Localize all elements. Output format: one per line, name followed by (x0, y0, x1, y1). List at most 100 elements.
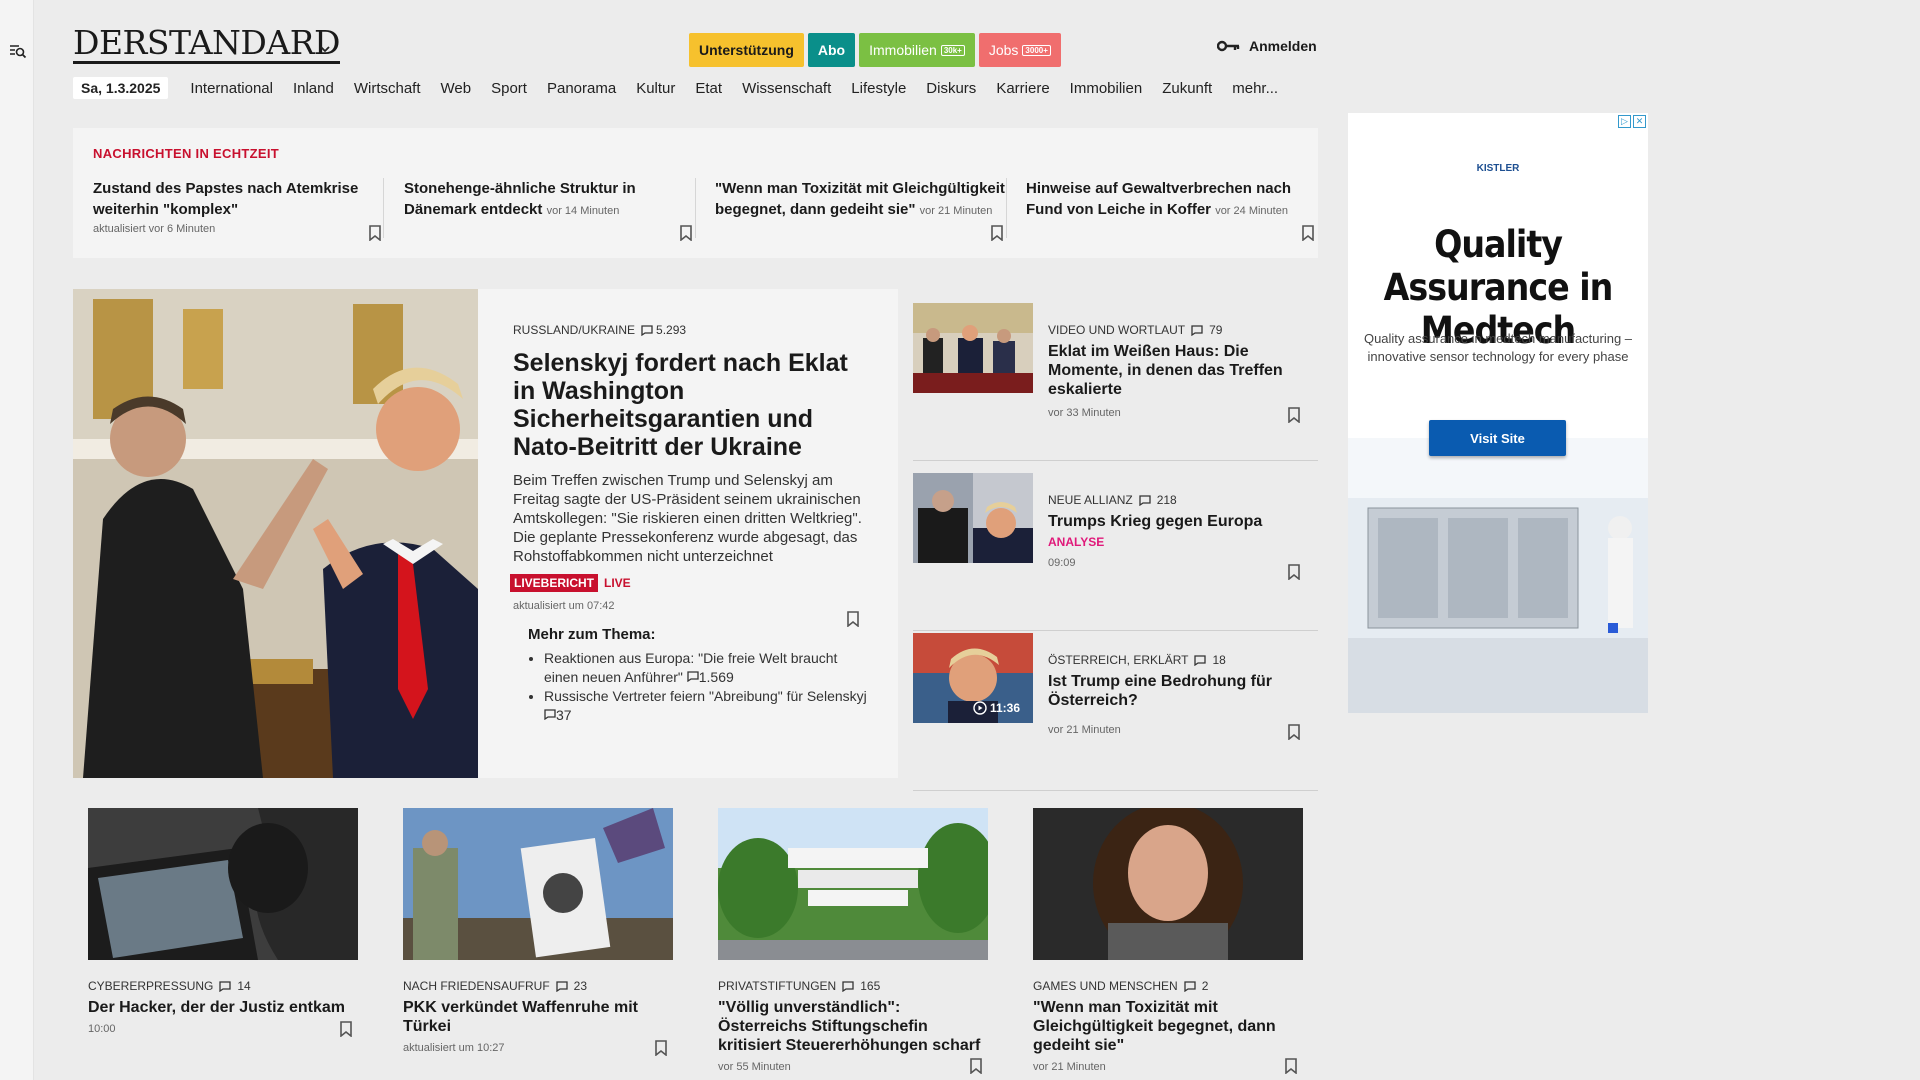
comment-icon (1184, 980, 1196, 992)
nav-item-wissenschaft[interactable]: Wissenschaft (742, 80, 831, 97)
side-story[interactable]: 11:36 ÖSTERREICH, ERKLÄRT 18 Ist Trump ei… (913, 633, 1318, 791)
comment-count[interactable]: 5.293 (641, 323, 686, 337)
video-duration[interactable]: 11:36 (973, 701, 1020, 715)
card-headline[interactable]: Der Hacker, der der Justiz entkam (88, 998, 358, 1017)
side-headline[interactable]: Eklat im Weißen Haus: Die Momente, in de… (1048, 342, 1308, 399)
nav-item-lifestyle[interactable]: Lifestyle (851, 80, 906, 97)
chevron-down-icon[interactable] (318, 42, 332, 56)
search-menu-icon[interactable] (9, 42, 27, 60)
related-articles: Mehr zum Thema: Reaktionen aus Europa: "… (528, 626, 873, 725)
comment-icon (556, 980, 568, 992)
lead-kicker-row: RUSSLAND/UKRAINE 5.293 (513, 323, 873, 337)
side-story-image[interactable] (913, 473, 1033, 563)
advertisement[interactable]: ▷ ✕ KISTLER Quality Assurance in Medtech… (1348, 113, 1648, 713)
ticker-item[interactable]: Zustand des Papstes nach Atemkrise weite… (93, 178, 391, 248)
related-item[interactable]: Reaktionen aus Europa: "Die freie Welt b… (544, 649, 873, 687)
comment-count-value[interactable]: 14 (237, 979, 250, 993)
lead-story-image[interactable] (73, 289, 478, 778)
visit-site-button[interactable]: Visit Site (1429, 420, 1566, 456)
ticker-item[interactable]: "Wenn man Toxizität mit Gleichgültigkeit… (715, 178, 1013, 248)
login-button[interactable]: Anmelden (1217, 38, 1317, 54)
adchoices-icon[interactable]: ▷ (1618, 115, 1631, 128)
nav-item-international[interactable]: International (190, 80, 273, 97)
nav-item-sport[interactable]: Sport (491, 80, 527, 97)
ticker-item[interactable]: Stonehenge-ähnliche Struktur in Dänemark… (404, 178, 702, 248)
bookmark-icon[interactable] (1288, 407, 1300, 423)
article-card[interactable]: PRIVATSTIFTUNGEN 165 "Völlig unverständli… (718, 808, 998, 1074)
nav-item-karriere[interactable]: Karriere (996, 80, 1049, 97)
comment-count-value[interactable]: 218 (1157, 493, 1177, 507)
side-story[interactable]: VIDEO UND WORTLAUT 79 Eklat im Weißen Hau… (913, 303, 1318, 461)
divider (695, 178, 696, 238)
close-icon[interactable]: ✕ (1633, 115, 1646, 128)
nav-item-panorama[interactable]: Panorama (547, 80, 616, 97)
side-kicker[interactable]: NEUE ALLIANZ (1048, 493, 1133, 507)
nav-item-diskurs[interactable]: Diskurs (926, 80, 976, 97)
jobs-button[interactable]: Jobs 3000+ (978, 33, 1061, 67)
bookmark-icon[interactable] (655, 1040, 667, 1056)
card-kicker[interactable]: NACH FRIEDENSAUFRUF (403, 979, 550, 993)
side-headline[interactable]: Ist Trump eine Bedrohung für Österreich? (1048, 672, 1308, 710)
ad-controls: ▷ ✕ (1618, 115, 1646, 128)
side-time: 09:09 (1048, 557, 1076, 569)
card-headline[interactable]: "Völlig unverständlich": Österreichs Sti… (718, 998, 988, 1055)
bookmark-icon[interactable] (340, 1021, 352, 1037)
divider (1006, 178, 1007, 238)
ticker-item[interactable]: Hinweise auf Gewaltverbrechen nach Fund … (1026, 178, 1324, 248)
nav-item-zukunft[interactable]: Zukunft (1162, 80, 1212, 97)
comment-icon (641, 324, 653, 336)
bookmark-icon[interactable] (847, 611, 859, 627)
side-kicker[interactable]: ÖSTERREICH, ERKLÄRT (1048, 653, 1188, 667)
jobs-count-badge: 3000+ (1022, 44, 1051, 56)
bookmark-icon[interactable] (1285, 1058, 1297, 1074)
article-image[interactable] (1033, 803, 1303, 963)
bookmark-icon[interactable] (680, 225, 692, 241)
comment-count-value[interactable]: 18 (1212, 653, 1225, 667)
left-rail (0, 0, 34, 1080)
article-card[interactable]: GAMES UND MENSCHEN 2 "Wenn man Toxizität … (1033, 803, 1303, 1074)
side-headline[interactable]: Trumps Krieg gegen Europa (1048, 512, 1308, 531)
card-kicker[interactable]: PRIVATSTIFTUNGEN (718, 979, 836, 993)
nav-item-etat[interactable]: Etat (695, 80, 722, 97)
nav-item-immobilien[interactable]: Immobilien (1070, 80, 1143, 97)
lead-headline[interactable]: Selenskyj fordert nach Eklat in Washingt… (513, 349, 873, 461)
article-image[interactable] (88, 808, 358, 960)
card-headline[interactable]: "Wenn man Toxizität mit Gleichgültigkeit… (1033, 998, 1303, 1055)
article-image[interactable] (403, 808, 673, 960)
support-button[interactable]: Unterstützung (689, 33, 804, 67)
article-card[interactable]: NACH FRIEDENSAUFRUF 23 PKK verkündet Waff… (403, 808, 673, 1056)
comment-count-value[interactable]: 2 (1202, 979, 1209, 993)
side-story-image[interactable] (913, 303, 1033, 393)
bookmark-icon[interactable] (1288, 724, 1300, 740)
abo-button[interactable]: Abo (807, 33, 856, 67)
card-kicker[interactable]: CYBERERPRESSUNG (88, 979, 213, 993)
bookmark-icon[interactable] (991, 225, 1003, 241)
card-headline[interactable]: PKK verkündet Waffenruhe mit Türkei (403, 998, 673, 1036)
side-kicker[interactable]: VIDEO UND WORTLAUT (1048, 323, 1185, 337)
comment-count-value[interactable]: 79 (1209, 323, 1222, 337)
side-story[interactable]: NEUE ALLIANZ 218 Trumps Krieg gegen Europ… (913, 473, 1318, 631)
bookmark-icon[interactable] (970, 1058, 982, 1074)
lead-teaser: Beim Treffen zwischen Trump und Selensky… (513, 472, 862, 565)
card-kicker[interactable]: GAMES UND MENSCHEN (1033, 979, 1178, 993)
comment-icon (1191, 324, 1203, 336)
bookmark-icon[interactable] (1288, 564, 1300, 580)
nav-item-more[interactable]: mehr... (1232, 80, 1278, 97)
lead-story[interactable]: RUSSLAND/UKRAINE 5.293 Selenskyj fordert… (73, 289, 898, 778)
site-logo[interactable]: DERSTANDARD (73, 26, 341, 64)
immobilien-button[interactable]: Immobilien 30k+ (859, 33, 975, 67)
article-card[interactable]: CYBERERPRESSUNG 14 Der Hacker, der der Ju… (88, 808, 358, 1037)
nav-item-kultur[interactable]: Kultur (636, 80, 675, 97)
nav-item-wirtschaft[interactable]: Wirtschaft (354, 80, 421, 97)
bookmark-icon[interactable] (1302, 225, 1314, 241)
comment-count-value[interactable]: 23 (574, 979, 587, 993)
nav-item-inland[interactable]: Inland (293, 80, 334, 97)
bookmark-icon[interactable] (369, 225, 381, 241)
related-item[interactable]: Russische Vertreter feiern "Abreibung" f… (544, 687, 873, 725)
comment-count-value[interactable]: 165 (860, 979, 880, 993)
nav-item-web[interactable]: Web (441, 80, 472, 97)
side-story-text: NEUE ALLIANZ 218 Trumps Krieg gegen Europ… (1048, 493, 1308, 569)
comment-icon (1194, 654, 1207, 666)
lead-kicker[interactable]: RUSSLAND/UKRAINE (513, 323, 635, 337)
article-image[interactable] (718, 808, 998, 960)
